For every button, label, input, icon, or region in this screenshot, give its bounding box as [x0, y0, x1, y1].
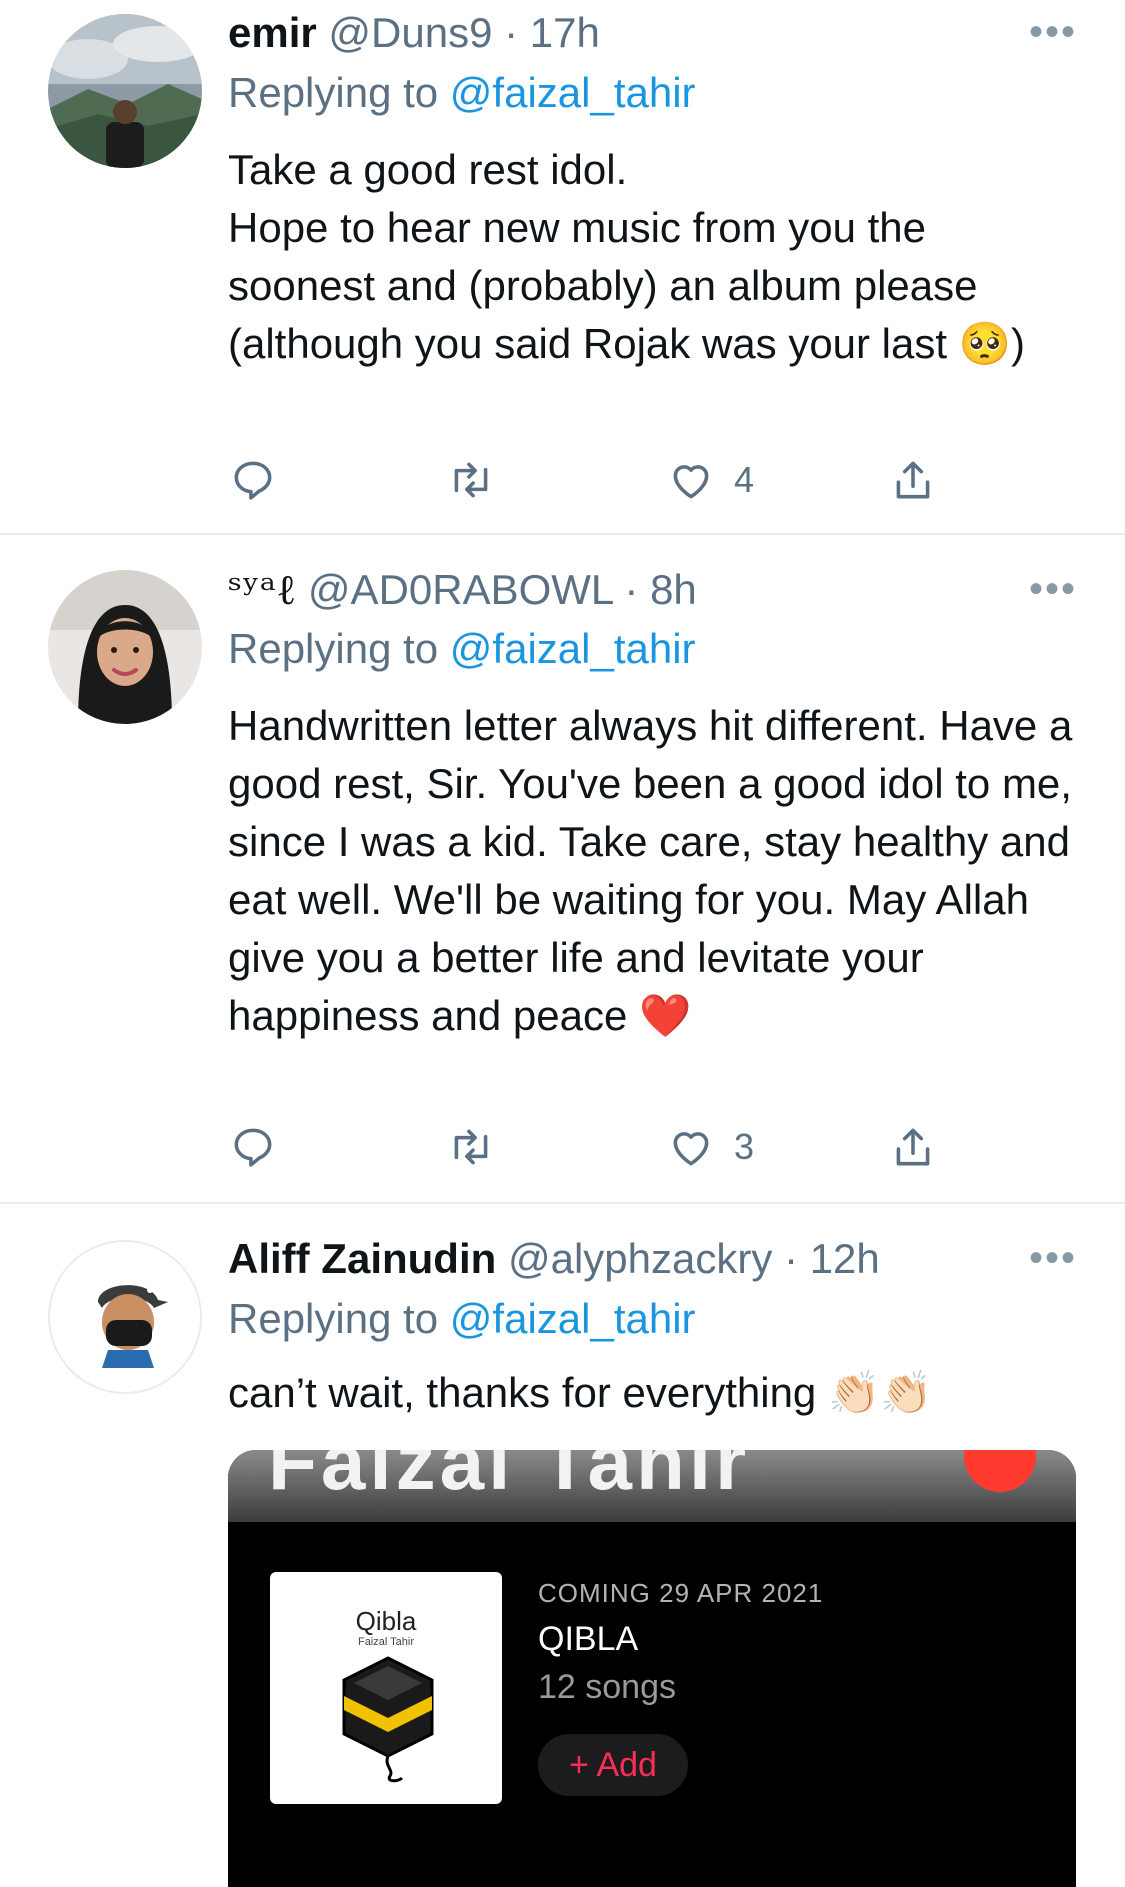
display-name[interactable]: emir	[228, 9, 317, 56]
more-options-icon[interactable]: •••	[1029, 1236, 1077, 1281]
tweet-text: can’t wait, thanks for everything 👏🏻👏🏻	[228, 1369, 933, 1416]
retweet-button[interactable]	[446, 1117, 496, 1177]
tweet-time[interactable]: 17h	[530, 9, 600, 56]
reply-icon	[234, 461, 272, 500]
tweet-1[interactable]: emir @Duns9 · 17h ••• Replying to @faiza…	[0, 0, 1125, 535]
avatar-image	[48, 14, 202, 168]
retweet-button[interactable]	[446, 450, 496, 510]
album-cover-artist: Faizal Tahir	[357, 1636, 415, 1648]
tweet-header: ˢʸᵃℓ @AD0RABOWL · 8h	[228, 565, 697, 615]
reply-mention-link[interactable]: @faizal_tahir	[450, 625, 696, 672]
tweet-time[interactable]: 12h	[810, 1235, 880, 1282]
avatar-emir[interactable]	[48, 14, 202, 168]
replying-to-label: Replying to	[228, 1295, 450, 1342]
reply-mention-link[interactable]: @faizal_tahir	[450, 69, 696, 116]
play-icon[interactable]	[964, 1450, 1036, 1492]
album-name[interactable]: QIBLA	[538, 1620, 638, 1659]
card-banner: Faizal Tahir	[228, 1450, 1076, 1522]
reply-icon	[234, 1128, 272, 1167]
avatar-image	[50, 1242, 200, 1392]
more-options-icon[interactable]: •••	[1029, 10, 1077, 55]
link-preview-card[interactable]: Faizal Tahir Qibla Faizal Tahir COMING 2…	[228, 1450, 1076, 1887]
like-count: 3	[734, 1126, 755, 1167]
release-date: COMING 29 APR 2021	[538, 1578, 824, 1608]
tweet-2[interactable]: ˢʸᵃℓ @AD0RABOWL · 8h ••• Replying to @fa…	[0, 535, 1125, 1203]
tweet-time[interactable]: 8h	[650, 566, 697, 613]
share-icon	[896, 1128, 930, 1166]
like-button[interactable]: 4	[666, 450, 754, 510]
replying-to-label: Replying to	[228, 69, 450, 116]
retweet-icon	[454, 462, 488, 498]
user-handle[interactable]: @alyphzackry	[508, 1235, 772, 1282]
reply-mention-link[interactable]: @faizal_tahir	[450, 1295, 696, 1342]
share-button[interactable]	[888, 1117, 938, 1177]
separator-dot: ·	[784, 1235, 799, 1282]
like-button[interactable]: 3	[666, 1117, 754, 1177]
tweet-actions: 3	[228, 1117, 1068, 1177]
heart-icon	[673, 465, 709, 499]
separator-dot: ·	[624, 566, 639, 613]
replying-to-label: Replying to	[228, 625, 450, 672]
card-banner-title: Faizal Tahir	[268, 1450, 751, 1506]
display-name[interactable]: Aliff Zainudin	[228, 1235, 496, 1282]
tweet-actions: 4	[228, 450, 1068, 510]
reply-button[interactable]	[228, 450, 278, 510]
kaaba-icon	[342, 1656, 434, 1783]
tweet-header: emir @Duns9 · 17h	[228, 8, 600, 58]
separator-dot: ·	[504, 9, 519, 56]
share-icon	[896, 461, 930, 499]
song-count: 12 songs	[538, 1668, 676, 1706]
user-handle[interactable]: @AD0RABOWL	[308, 566, 613, 613]
share-button[interactable]	[888, 450, 938, 510]
display-name[interactable]: ˢʸᵃℓ	[228, 565, 296, 614]
retweet-icon	[454, 1129, 488, 1165]
tweet-text: Handwritten letter always hit different.…	[228, 702, 1073, 1039]
more-options-icon[interactable]: •••	[1029, 567, 1077, 612]
add-button[interactable]: + Add	[538, 1734, 688, 1796]
heart-icon	[673, 1132, 709, 1166]
avatar-image	[48, 570, 202, 724]
tweet-text: Take a good rest idol. Hope to hear new …	[228, 146, 1025, 367]
album-cover-title: Qibla	[355, 1606, 417, 1636]
tweet-header: Aliff Zainudin @alyphzackry · 12h	[228, 1234, 880, 1284]
user-handle[interactable]: @Duns9	[328, 9, 492, 56]
replying-to: Replying to @faizal_tahir	[228, 1294, 696, 1344]
avatar-aliff[interactable]	[48, 1240, 202, 1394]
avatar-syal[interactable]	[48, 570, 202, 724]
replying-to: Replying to @faizal_tahir	[228, 68, 696, 118]
reply-button[interactable]	[228, 1117, 278, 1177]
album-cover[interactable]: Qibla Faizal Tahir	[270, 1572, 502, 1804]
like-count: 4	[734, 459, 755, 500]
replying-to: Replying to @faizal_tahir	[228, 624, 696, 674]
